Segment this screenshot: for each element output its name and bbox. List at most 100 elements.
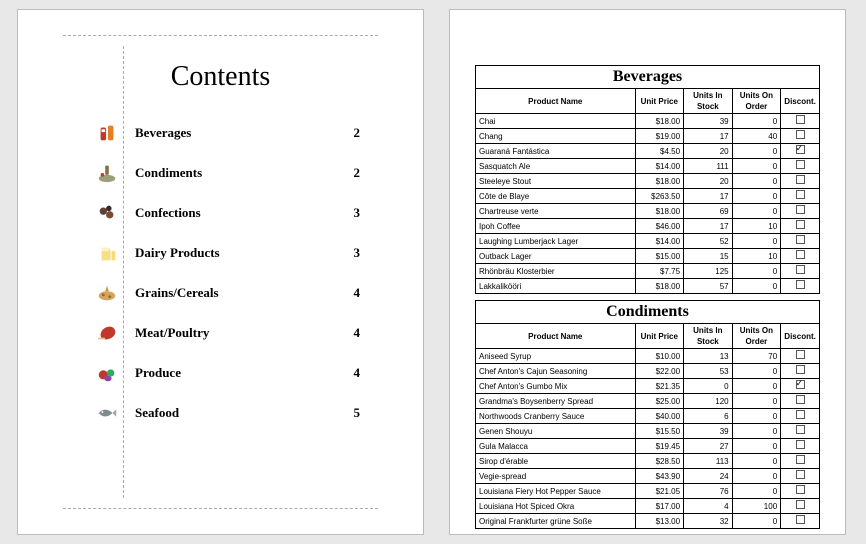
- cell-disc: [781, 439, 820, 454]
- table-row: Vegie-spread$43.90240: [476, 469, 820, 484]
- cell-disc: [781, 234, 820, 249]
- cell-stock: 53: [684, 364, 733, 379]
- cell-disc: [781, 174, 820, 189]
- cell-name: Steeleye Stout: [476, 174, 636, 189]
- cell-stock: 20: [684, 174, 733, 189]
- cell-disc: [781, 129, 820, 144]
- toc-item-produce[interactable]: Produce4: [93, 353, 360, 393]
- cell-stock: 111: [684, 159, 733, 174]
- cell-stock: 20: [684, 144, 733, 159]
- cell-name: Ipoh Coffee: [476, 219, 636, 234]
- toc-item-seafood[interactable]: Seafood5: [93, 393, 360, 433]
- cell-name: Chef Anton's Gumbo Mix: [476, 379, 636, 394]
- cell-name: Louisiana Hot Spiced Okra: [476, 499, 636, 514]
- col-order: Units On Order: [732, 324, 781, 349]
- toc-label: Grains/Cereals: [135, 285, 219, 301]
- toc-item-meat[interactable]: Meat/Poultry4: [93, 313, 360, 353]
- product-table: Product NameUnit PriceUnits In StockUnit…: [475, 88, 820, 294]
- cell-name: Chang: [476, 129, 636, 144]
- dairy-icon: [93, 241, 121, 265]
- cell-order: 0: [732, 159, 781, 174]
- produce-icon: [93, 361, 121, 385]
- cell-price: $19.00: [635, 129, 684, 144]
- cell-name: Grandma's Boysenberry Spread: [476, 394, 636, 409]
- cell-name: Lakkalikööri: [476, 279, 636, 294]
- cell-price: $18.00: [635, 204, 684, 219]
- cell-disc: [781, 379, 820, 394]
- cell-stock: 125: [684, 264, 733, 279]
- toc-label: Condiments: [135, 165, 202, 181]
- table-row: Chang$19.001740: [476, 129, 820, 144]
- toc-label: Beverages: [135, 125, 191, 141]
- cell-name: Gula Malacca: [476, 439, 636, 454]
- checkbox-icon: [796, 235, 805, 244]
- cell-order: 0: [732, 114, 781, 129]
- toc-label: Confections: [135, 205, 201, 221]
- cell-price: $4.50: [635, 144, 684, 159]
- beverages-icon: [93, 121, 121, 145]
- cell-order: 10: [732, 219, 781, 234]
- cell-name: Côte de Blaye: [476, 189, 636, 204]
- cell-order: 0: [732, 379, 781, 394]
- cell-order: 0: [732, 364, 781, 379]
- toc-item-grains[interactable]: Grains/Cereals 4: [93, 273, 360, 313]
- cell-price: $19.45: [635, 439, 684, 454]
- toc-page: 2: [340, 125, 360, 141]
- checkbox-icon: [796, 145, 805, 154]
- cell-stock: 32: [684, 514, 733, 529]
- checkbox-icon: [796, 175, 805, 184]
- cell-price: $14.00: [635, 159, 684, 174]
- cell-order: 0: [732, 424, 781, 439]
- table-row: Outback Lager$15.001510: [476, 249, 820, 264]
- table-row: Gula Malacca$19.45270: [476, 439, 820, 454]
- cell-stock: 113: [684, 454, 733, 469]
- checkbox-icon: [796, 455, 805, 464]
- col-name: Product Name: [476, 89, 636, 114]
- cell-price: $7.75: [635, 264, 684, 279]
- cell-disc: [781, 484, 820, 499]
- cell-stock: 17: [684, 129, 733, 144]
- cell-stock: 17: [684, 219, 733, 234]
- cell-disc: [781, 279, 820, 294]
- checkbox-icon: [796, 470, 805, 479]
- toc-item-dairy[interactable]: Dairy Products3: [93, 233, 360, 273]
- cell-order: 40: [732, 129, 781, 144]
- cell-disc: [781, 189, 820, 204]
- cell-name: Vegie-spread: [476, 469, 636, 484]
- cell-price: $10.00: [635, 349, 684, 364]
- checkbox-icon: [796, 115, 805, 124]
- toc-item-condiments[interactable]: Condiments2: [93, 153, 360, 193]
- table-row: Northwoods Cranberry Sauce$40.0060: [476, 409, 820, 424]
- cell-stock: 17: [684, 189, 733, 204]
- table-row: Chef Anton's Cajun Seasoning$22.00530: [476, 364, 820, 379]
- page-2: BeveragesProduct NameUnit PriceUnits In …: [450, 10, 845, 534]
- grains-icon: [93, 281, 121, 305]
- cell-disc: [781, 409, 820, 424]
- cell-stock: 6: [684, 409, 733, 424]
- cell-order: 0: [732, 469, 781, 484]
- col-price: Unit Price: [635, 89, 684, 114]
- cell-name: Louisiana Fiery Hot Pepper Sauce: [476, 484, 636, 499]
- cell-order: 0: [732, 439, 781, 454]
- toc-item-confections[interactable]: Confections3: [93, 193, 360, 233]
- toc-label: Seafood: [135, 405, 179, 421]
- cell-name: Outback Lager: [476, 249, 636, 264]
- cell-stock: 0: [684, 379, 733, 394]
- cell-disc: [781, 424, 820, 439]
- cell-stock: 4: [684, 499, 733, 514]
- cell-price: $13.00: [635, 514, 684, 529]
- toc-page: 4: [340, 285, 360, 301]
- checkbox-icon: [796, 350, 805, 359]
- toc-item-beverages[interactable]: Beverages 2: [93, 113, 360, 153]
- cell-name: Sasquatch Ale: [476, 159, 636, 174]
- toc-label: Dairy Products: [135, 245, 220, 261]
- cell-disc: [781, 349, 820, 364]
- product-table: Product NameUnit PriceUnits In StockUnit…: [475, 323, 820, 529]
- cell-stock: 52: [684, 234, 733, 249]
- checkbox-icon: [796, 220, 805, 229]
- cell-name: Chai: [476, 114, 636, 129]
- cell-disc: [781, 144, 820, 159]
- cell-price: $28.50: [635, 454, 684, 469]
- cell-name: Sirop d'érable: [476, 454, 636, 469]
- cell-order: 0: [732, 144, 781, 159]
